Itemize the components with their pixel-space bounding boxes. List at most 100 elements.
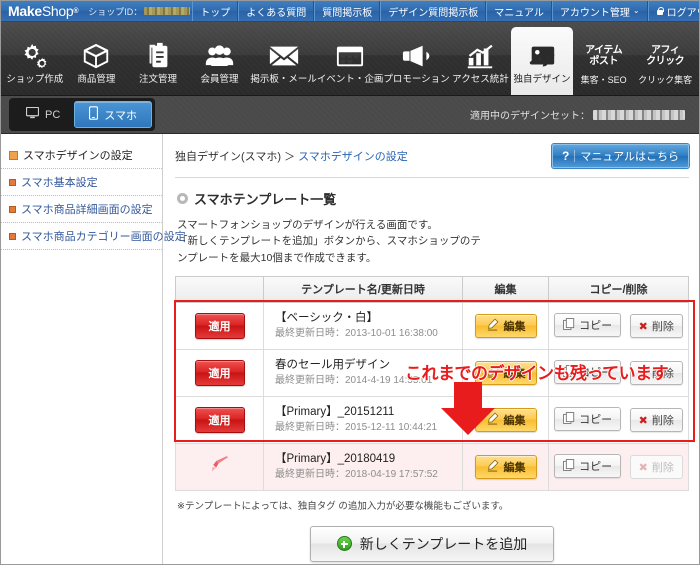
toolbar-item-custom-design[interactable]: 独自デザイン (511, 27, 573, 95)
affiliate-click-promo-icon: アフィ クリック (646, 41, 685, 73)
sidebar-item-product-category-settings[interactable]: スマホ商品カテゴリー画面の設定 (1, 223, 186, 250)
edit-button[interactable]: 編集 (474, 407, 537, 432)
sidebar-item-smartphone-design-settings[interactable]: スマホデザインの設定 (1, 142, 162, 169)
table-row: 適用 【Primary】_20151211 最終更新日時：2015-12-11 … (175, 395, 689, 444)
sidebar-label-3: スマホ商品カテゴリー画面の設定 (21, 231, 186, 243)
template-name: 【Primary】_20151211 (275, 406, 395, 419)
table-header-row: テンプレート名/更新日時 編集 コピー/削除 (175, 275, 689, 303)
paint-icon (486, 459, 499, 475)
breadcrumb-root[interactable]: 独自デザイン(スマホ) (175, 151, 281, 163)
toolbar-item-promotion[interactable]: プロモーション (383, 27, 450, 95)
topnav-item-top[interactable]: トップ (192, 1, 239, 21)
topnav-item-question-board[interactable]: 質問掲示板 (314, 1, 381, 21)
cell-edit: 編集 (462, 442, 549, 491)
design-image-icon (527, 40, 557, 72)
cell-copy-delete: コピー ✖ 削除 (548, 301, 689, 350)
toolbar-item-event-planning[interactable]: イベント・企画 (316, 27, 384, 95)
template-name: 【ベーシック・白】 (275, 312, 379, 325)
topnav-label-account: アカウント管理 (559, 7, 630, 19)
chevron-down-icon: ⌄ (632, 6, 640, 15)
cell-copy-delete: コピー ✖ 削除 (548, 442, 689, 491)
apply-button[interactable]: 適用 (194, 359, 245, 386)
sidebar-item-product-detail-settings[interactable]: スマホ商品詳細画面の設定 (1, 196, 162, 223)
toolbar-item-item-post[interactable]: アイテム ポスト 集客・SEO (573, 27, 635, 95)
close-icon: ✖ (638, 461, 648, 474)
smartphone-icon (89, 106, 99, 123)
topnav-item-account[interactable]: アカウント管理 ⌄ (551, 1, 648, 21)
sidebar-label-2: スマホ商品詳細画面の設定 (21, 204, 153, 216)
template-name: 春のセール用デザイン (275, 359, 390, 372)
toolbar-item-order-management[interactable]: 注文管理 (127, 27, 189, 95)
close-icon: ✖ (638, 414, 648, 427)
applied-design-set-label: 適用中のデザインセット： (470, 111, 590, 122)
delete-button-disabled: ✖ 削除 (629, 455, 683, 480)
copy-button[interactable]: コピー (554, 454, 622, 479)
toolbar-label-custom-design: 独自デザイン (513, 74, 571, 86)
copy-icon (563, 411, 575, 427)
th-apply (175, 275, 264, 303)
table-row: 適用 春のセール用デザイン 最終更新日時：2014-4-19 14:55:01 (175, 348, 689, 397)
megaphone-icon (402, 40, 432, 72)
cell-apply: 適用 (175, 395, 264, 444)
topnav-item-design-question-board[interactable]: デザイン質問掲示板 (380, 1, 487, 21)
toolbar-item-affiliate-click[interactable]: アフィ クリック クリック集客 (634, 27, 696, 95)
topnav-item-logout[interactable]: ログアウト (647, 1, 699, 21)
table-row-applied: 【Primary】_20180419 最終更新日時：2018-04-19 17:… (175, 442, 689, 491)
top-navigation-bar: Make Shop ® ショップID： トップ よくある質問 質問掲示板 デザイン質… (1, 1, 699, 22)
cell-copy-delete: コピー ✖ 削除 (548, 348, 689, 397)
applied-design-set: 適用中のデザインセット： (470, 107, 691, 122)
footnote: ※テンプレートによっては、独自タグ の追加入力が必要な機能もございます。 (177, 500, 509, 512)
topnav-item-faq[interactable]: よくある質問 (238, 1, 315, 21)
tab-smartphone[interactable]: スマホ (74, 101, 152, 128)
device-tab-bar: PC スマホ 適用中のデザインセット： (1, 96, 699, 134)
tab-pc[interactable]: PC (12, 103, 74, 126)
section-title: スマホテンプレート一覧 (177, 189, 689, 208)
toolbar-item-product-management[interactable]: 商品管理 (66, 27, 128, 95)
sidebar-label-0: スマホデザインの設定 (23, 150, 133, 162)
copy-button-label: コピー (579, 461, 613, 474)
cell-template-info: 【Primary】_20151211 最終更新日時：2015-12-11 10:… (263, 395, 463, 444)
topnav-label-manual: マニュアル (494, 7, 544, 19)
topnav-item-manual[interactable]: マニュアル (486, 1, 552, 21)
sidebar-item-smartphone-basic-settings[interactable]: スマホ基本設定 (1, 169, 162, 196)
shop-id-label: ショップID： (88, 6, 143, 17)
copy-button[interactable]: コピー (554, 313, 622, 338)
edit-button[interactable]: 編集 (474, 454, 537, 479)
makeshop-logo[interactable]: Make Shop ® (1, 1, 82, 21)
apply-button[interactable]: 適用 (194, 406, 245, 433)
section-title-text: スマホテンプレート一覧 (194, 192, 337, 207)
edit-button[interactable]: 編集 (474, 313, 537, 338)
monitor-icon (25, 106, 40, 122)
people-icon (204, 40, 235, 72)
close-icon: ✖ (638, 320, 648, 333)
shop-id-value-redacted (144, 7, 191, 15)
cell-edit: 編集 (462, 301, 549, 350)
apply-button[interactable]: 適用 (194, 312, 245, 339)
toolbar-label-event-planning: イベント・企画 (316, 74, 384, 86)
calendar-icon (336, 40, 364, 72)
copy-icon (563, 458, 575, 474)
delete-button[interactable]: ✖ 削除 (629, 361, 683, 386)
template-updated-date: 最終更新日時：2015-12-11 10:44:21 (275, 421, 438, 433)
cell-apply: 適用 (175, 301, 264, 350)
toolbar-item-access-stats[interactable]: アクセス統計 (450, 27, 512, 95)
ring-bullet-icon (177, 193, 188, 204)
delete-button[interactable]: ✖ 削除 (629, 314, 683, 339)
toolbar-item-member-management[interactable]: 会員管理 (189, 27, 251, 95)
square-bullet-icon (9, 232, 16, 240)
copy-icon (563, 317, 575, 333)
delete-button[interactable]: ✖ 削除 (629, 408, 683, 433)
toolbar-item-shop-create[interactable]: ショップ作成 (4, 27, 66, 95)
manual-button[interactable]: ? マニュアルはこちら (550, 143, 691, 169)
manual-button-label: マニュアルはこちら (580, 151, 679, 163)
copy-button[interactable]: コピー (554, 407, 622, 432)
copy-button[interactable]: コピー (554, 360, 622, 385)
topnav-label-top: トップ (200, 7, 231, 19)
edit-button[interactable]: 編集 (474, 360, 537, 385)
cell-template-info: 【ベーシック・白】 最終更新日時：2013-10-01 16:38:00 (263, 301, 463, 350)
add-template-button[interactable]: 新しくテンプレートを追加 (309, 525, 555, 562)
delete-button-label: 削除 (651, 462, 674, 475)
main-content: 独自デザイン(スマホ) ＞ スマホデザインの設定 ? マニュアルはこちら スマホ… (163, 134, 699, 564)
toolbar-item-board-mail[interactable]: 掲示板・メール (250, 27, 317, 95)
toolbar-label-promotion: プロモーション (383, 74, 450, 86)
